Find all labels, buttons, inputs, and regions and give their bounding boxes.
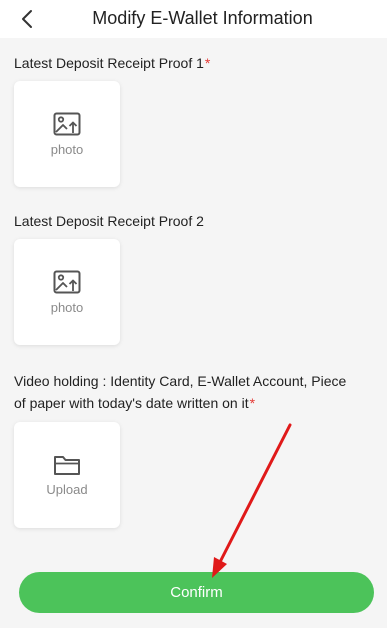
page-title: Modify E-Wallet Information [92,8,313,28]
receipt-proof-2-label: Latest Deposit Receipt Proof 2 [14,213,204,229]
receipt-proof-2-upload[interactable]: photo [14,239,120,345]
receipt-proof-1-label: Latest Deposit Receipt Proof 1* [14,55,211,71]
video-holding-label: Video holding : Identity Card, E-Wallet … [14,373,347,411]
video-holding-upload[interactable]: Upload [14,422,120,528]
required-mark: * [249,395,256,411]
top-bar: Modify E-Wallet Information [0,0,387,38]
folder-icon [54,455,80,475]
upload-caption: photo [50,299,84,315]
image-upload-icon [53,270,81,293]
required-mark: * [204,55,211,71]
upload-caption: Upload [46,481,88,497]
image-upload-icon [53,112,81,135]
upload-caption: photo [50,141,84,157]
receipt-proof-1-upload[interactable]: photo [14,81,120,187]
confirm-button[interactable]: Confirm [19,572,374,613]
